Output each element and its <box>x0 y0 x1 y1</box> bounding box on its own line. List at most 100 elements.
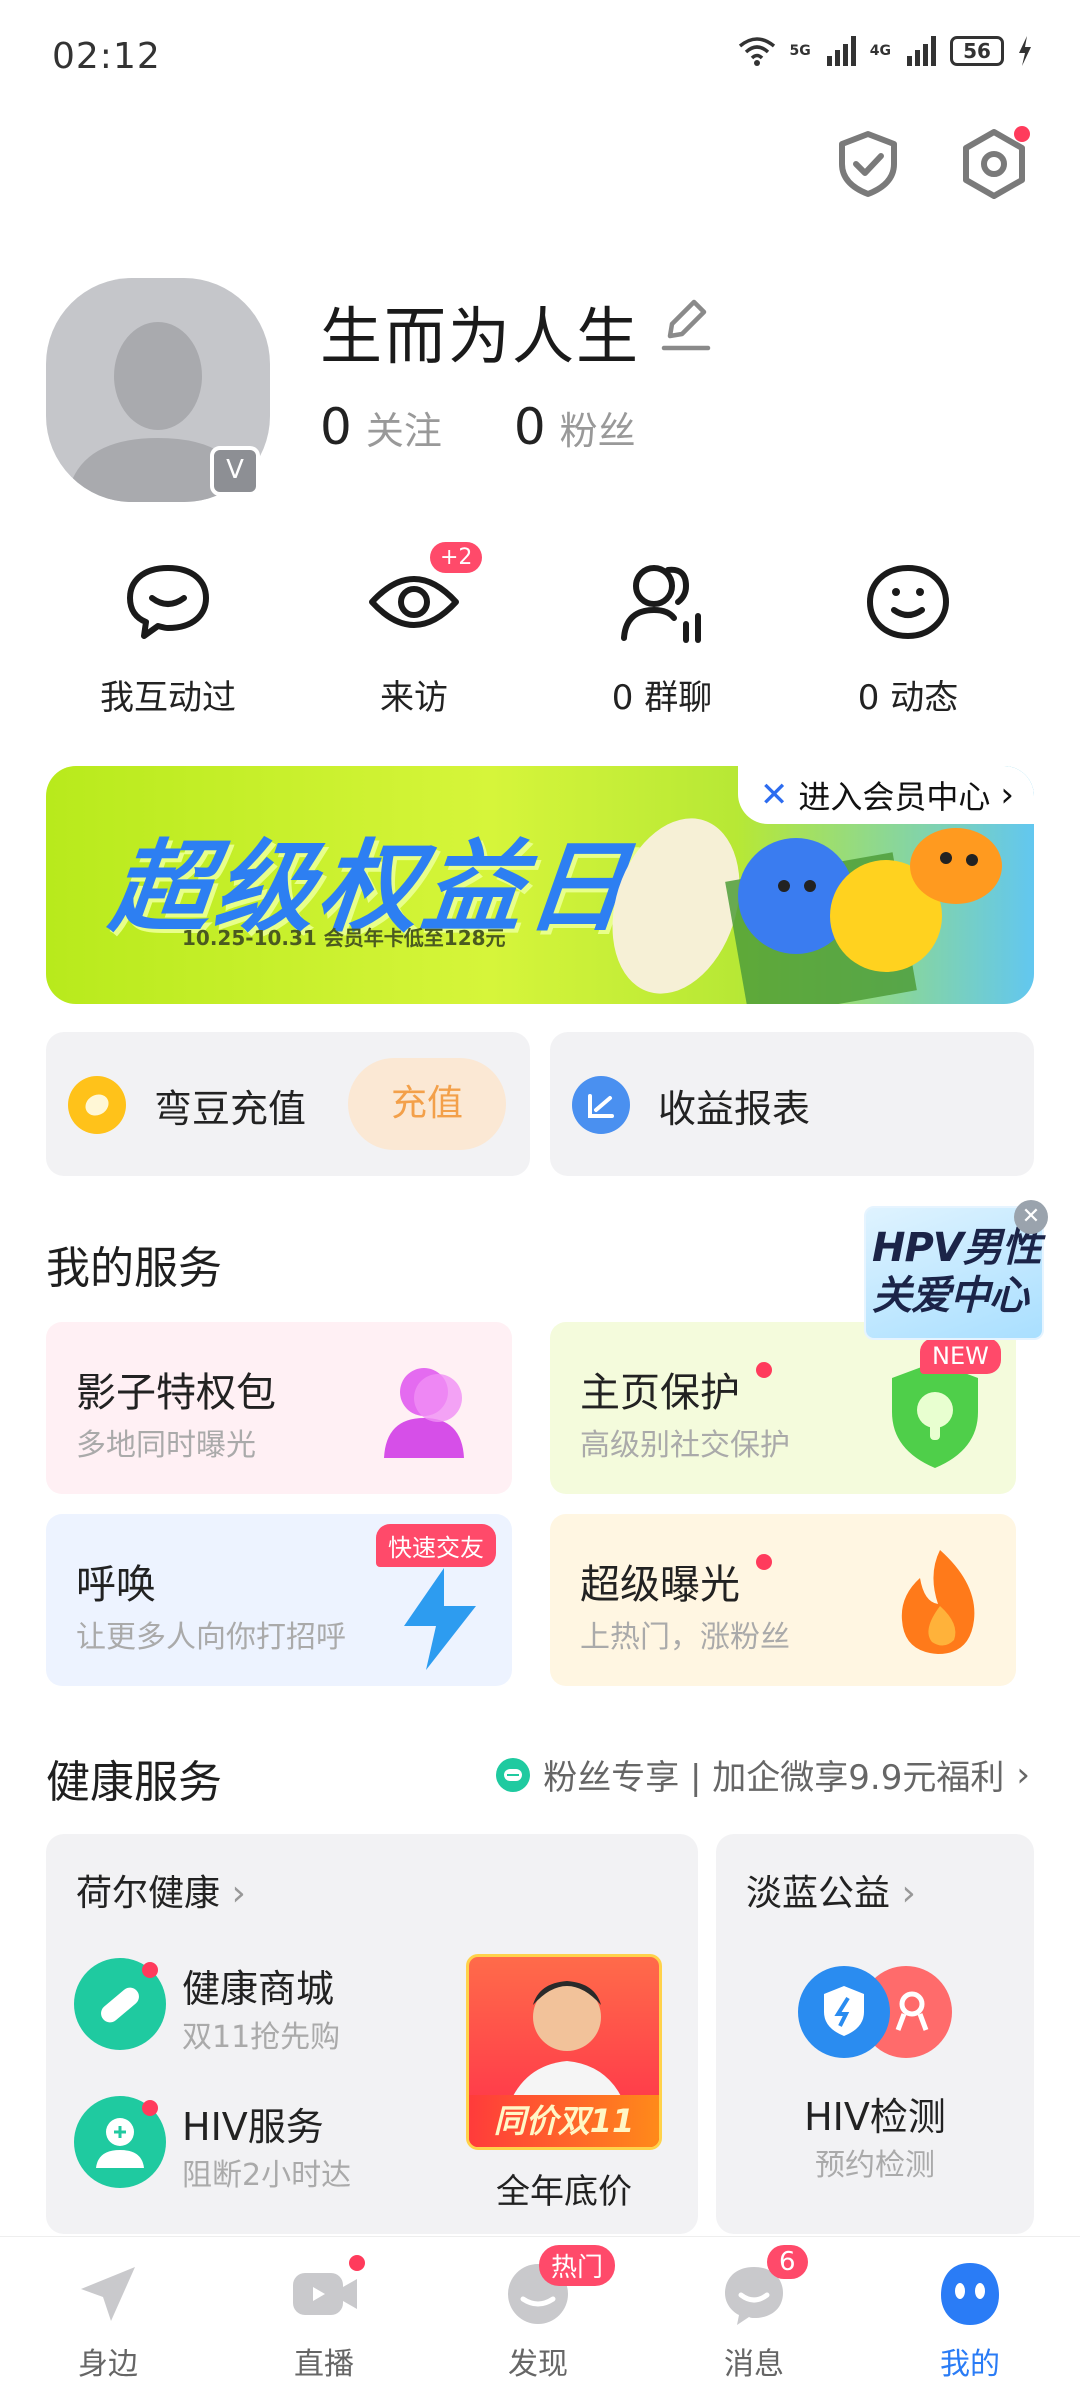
notification-dot <box>142 2100 158 2116</box>
nickname: 生而为人生 <box>320 300 641 373</box>
chevron-right-icon: › <box>901 1873 916 1914</box>
promo-banner[interactable]: 超级权益日 10.25-10.31 会员年卡低至128元 ✕ 进入会员中心 › <box>46 766 1034 1004</box>
fire-icon <box>901 1550 975 1654</box>
visitors-badge: +2 <box>430 542 483 573</box>
quick-action-interacted[interactable]: 我互动过 <box>68 552 268 719</box>
me-icon <box>935 2259 1005 2329</box>
vip-logo-icon: ✕ <box>759 775 789 815</box>
shadow-person-icon <box>384 1368 464 1458</box>
promo-caption: 同价双11 <box>469 2095 659 2147</box>
service-subtitle: 让更多人向你打招呼 <box>76 1620 346 1655</box>
nav-label: 我的 <box>940 2347 1000 2382</box>
my-services-title: 我的服务 <box>46 1243 222 1294</box>
hpv-sticker-text: HPV男性关爱中心 <box>872 1225 1042 1319</box>
unread-count-badge: 6 <box>767 2245 808 2279</box>
quick-action-label: 0 动态 <box>857 678 959 718</box>
vip-center-link[interactable]: ✕ 进入会员中心 › <box>737 766 1034 824</box>
chevron-right-icon: › <box>231 1873 246 1914</box>
signal-icon <box>907 36 936 66</box>
group-chat-icon <box>612 552 712 652</box>
quick-action-label: 我互动过 <box>100 678 236 718</box>
nav-nearby[interactable]: 身边 <box>38 2259 178 2383</box>
following-count: 0 <box>320 398 352 456</box>
quick-action-label: 来访 <box>380 678 448 718</box>
hot-badge: 热门 <box>539 2245 616 2286</box>
settings-icon[interactable] <box>956 126 1032 202</box>
quick-action-group-chat[interactable]: 0 群聊 <box>562 552 762 719</box>
income-report-label: 收益报表 <box>658 1087 811 1131</box>
quick-action-moments[interactable]: 0 动态 <box>808 552 1008 719</box>
quick-action-label: 0 群聊 <box>611 678 713 718</box>
chevron-right-icon: › <box>1016 1754 1030 1795</box>
fans-stat[interactable]: 0 粉丝 <box>514 398 636 456</box>
signal-icon <box>826 36 856 66</box>
nav-discover[interactable]: 热门 发现 <box>468 2245 616 2383</box>
category-label: 荷尔健康 <box>76 1873 221 1914</box>
charging-icon <box>1019 36 1031 66</box>
hormone-health-link[interactable]: 荷尔健康 › <box>76 1864 246 1916</box>
pill-icon[interactable] <box>74 1958 166 2050</box>
new-tag: NEW <box>920 1338 1001 1374</box>
health-item-subtitle: 双11抢先购 <box>182 2020 341 2055</box>
service-title: 主页保护 <box>580 1370 740 1416</box>
status-icons: 5G 4G 56 <box>738 36 1032 66</box>
following-stat[interactable]: 0 关注 <box>320 398 442 456</box>
live-video-icon <box>289 2255 365 2329</box>
recharge-button[interactable]: 充值 <box>348 1058 506 1150</box>
service-subtitle: 多地同时曝光 <box>76 1428 256 1463</box>
service-card-shadow-pack[interactable]: 影子特权包 多地同时曝光 <box>46 1322 512 1494</box>
income-report-card[interactable]: 收益报表 <box>550 1032 1034 1176</box>
hiv-test-title: HIV检测 <box>804 2095 946 2139</box>
network-4g-label: 4G <box>869 43 891 59</box>
fans-label: 粉丝 <box>559 409 636 453</box>
coin-icon <box>68 1076 126 1134</box>
nav-live[interactable]: 直播 <box>254 2255 394 2383</box>
recharge-label: 弯豆充值 <box>154 1087 307 1131</box>
notification-dot <box>756 1362 772 1378</box>
notification-dot <box>349 2255 365 2271</box>
service-card-super-exposure[interactable]: 超级曝光 上热门，涨粉丝 <box>550 1514 1016 1686</box>
fans-exclusive-link[interactable]: 粉丝专享 | 加企微享9.9元福利 › <box>495 1750 1030 1799</box>
verified-badge: V <box>210 446 260 496</box>
bottom-nav: 身边 直播 热门 发现 6 消息 我的 <box>0 2236 1080 2388</box>
fans-count: 0 <box>513 398 546 456</box>
close-icon[interactable]: ✕ <box>1014 1200 1048 1234</box>
fans-exclusive-text: 粉丝专享 | 加企微享9.9元福利 <box>543 1758 1005 1798</box>
network-5g-label: 5G <box>789 43 811 59</box>
promo-photo[interactable]: 同价双11 <box>466 1954 662 2150</box>
nav-messages[interactable]: 6 消息 <box>684 2245 824 2383</box>
nav-label: 直播 <box>294 2347 354 2382</box>
vip-center-label: 进入会员中心 <box>798 778 991 816</box>
edit-icon[interactable] <box>658 292 714 356</box>
service-card-home-protect[interactable]: 主页保护 高级别社交保护 NEW <box>550 1322 1016 1494</box>
hormone-health-card: 荷尔健康 › 健康商城 双11抢先购 HIV服务 阻断2小时达 同价双11 全年… <box>46 1834 698 2234</box>
recharge-card[interactable]: 弯豆充值 充值 <box>46 1032 530 1176</box>
nav-label: 身边 <box>78 2347 138 2382</box>
status-time: 02:12 <box>52 36 161 77</box>
notification-dot <box>142 1962 158 1978</box>
follow-stats: 0 关注 0 粉丝 <box>320 398 708 456</box>
quick-action-visitors[interactable]: +2 来访 <box>314 542 514 719</box>
notification-dot <box>756 1554 772 1570</box>
service-subtitle: 上热门，涨粉丝 <box>580 1620 790 1655</box>
nav-me[interactable]: 我的 <box>900 2259 1040 2383</box>
nav-label: 消息 <box>724 2347 784 2382</box>
medical-person-icon[interactable] <box>74 2096 166 2188</box>
wifi-icon <box>738 37 775 66</box>
discover-icon: 热门 <box>503 2245 616 2329</box>
health-item-title[interactable]: HIV服务 <box>182 2096 324 2151</box>
shield-check-icon[interactable] <box>830 126 906 202</box>
health-item-title[interactable]: 健康商城 <box>182 1958 334 2013</box>
hiv-test-subtitle: 预约检测 <box>815 2148 935 2183</box>
status-bar: 02:12 5G 4G 56 <box>0 0 1080 120</box>
service-title: 呼唤 <box>76 1562 156 1608</box>
danlan-charity-card[interactable]: 淡蓝公益 › HIV检测 预约检测 <box>716 1834 1034 2234</box>
category-label: 淡蓝公益 <box>746 1873 891 1914</box>
notification-dot <box>1014 126 1030 142</box>
quick-friend-tag: 快速交友 <box>376 1524 496 1567</box>
danlan-charity-link[interactable]: 淡蓝公益 › <box>746 1864 916 1916</box>
hpv-sticker[interactable]: HPV男性关爱中心 ✕ <box>864 1200 1048 1340</box>
service-card-call[interactable]: 呼唤 让更多人向你打招呼 快速交友 <box>46 1514 512 1686</box>
following-label: 关注 <box>365 409 442 453</box>
lightning-icon <box>404 1568 476 1670</box>
